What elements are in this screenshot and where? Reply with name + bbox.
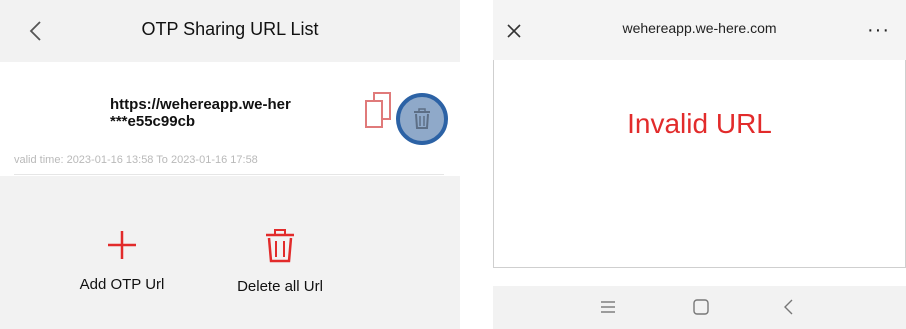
back-icon[interactable] (779, 297, 799, 317)
valid-time-text: valid time: 2023-01-16 13:58 To 2023-01-… (14, 154, 258, 166)
trash-icon (266, 229, 294, 263)
trash-icon (414, 108, 430, 129)
more-options-icon[interactable]: ··· (867, 19, 890, 42)
copy-icon[interactable] (362, 90, 394, 134)
plus-icon (108, 231, 136, 259)
error-message: Invalid URL (627, 108, 772, 139)
home-icon[interactable] (691, 297, 711, 317)
delete-all-url-button[interactable]: Delete all Url (200, 228, 360, 295)
action-area: Add OTP Url Delete all Url (0, 176, 460, 329)
menu-icon[interactable] (598, 297, 618, 317)
add-otp-url-label: Add OTP Url (79, 276, 165, 293)
web-content: Invalid URL (493, 60, 906, 268)
browser-screen: wehereapp.we-here.com ··· Invalid URL (493, 0, 906, 329)
add-otp-url-button[interactable]: Add OTP Url (42, 228, 202, 293)
list-header: OTP Sharing URL List (0, 0, 460, 62)
page-title: OTP Sharing URL List (141, 19, 319, 39)
system-nav-bar (493, 286, 906, 329)
otp-list-screen: OTP Sharing URL List https://wehereapp.w… (0, 0, 460, 329)
delete-all-url-label: Delete all Url (237, 278, 323, 295)
browser-toolbar: wehereapp.we-here.com ··· (493, 0, 906, 60)
delete-url-button[interactable] (396, 93, 448, 145)
address-text: wehereapp.we-here.com (622, 20, 777, 36)
divider (14, 174, 444, 175)
otp-url-text: https://wehereapp.we-her ***e55c99cb (110, 96, 291, 130)
list-item: https://wehereapp.we-her ***e55c99cb val… (0, 62, 460, 176)
